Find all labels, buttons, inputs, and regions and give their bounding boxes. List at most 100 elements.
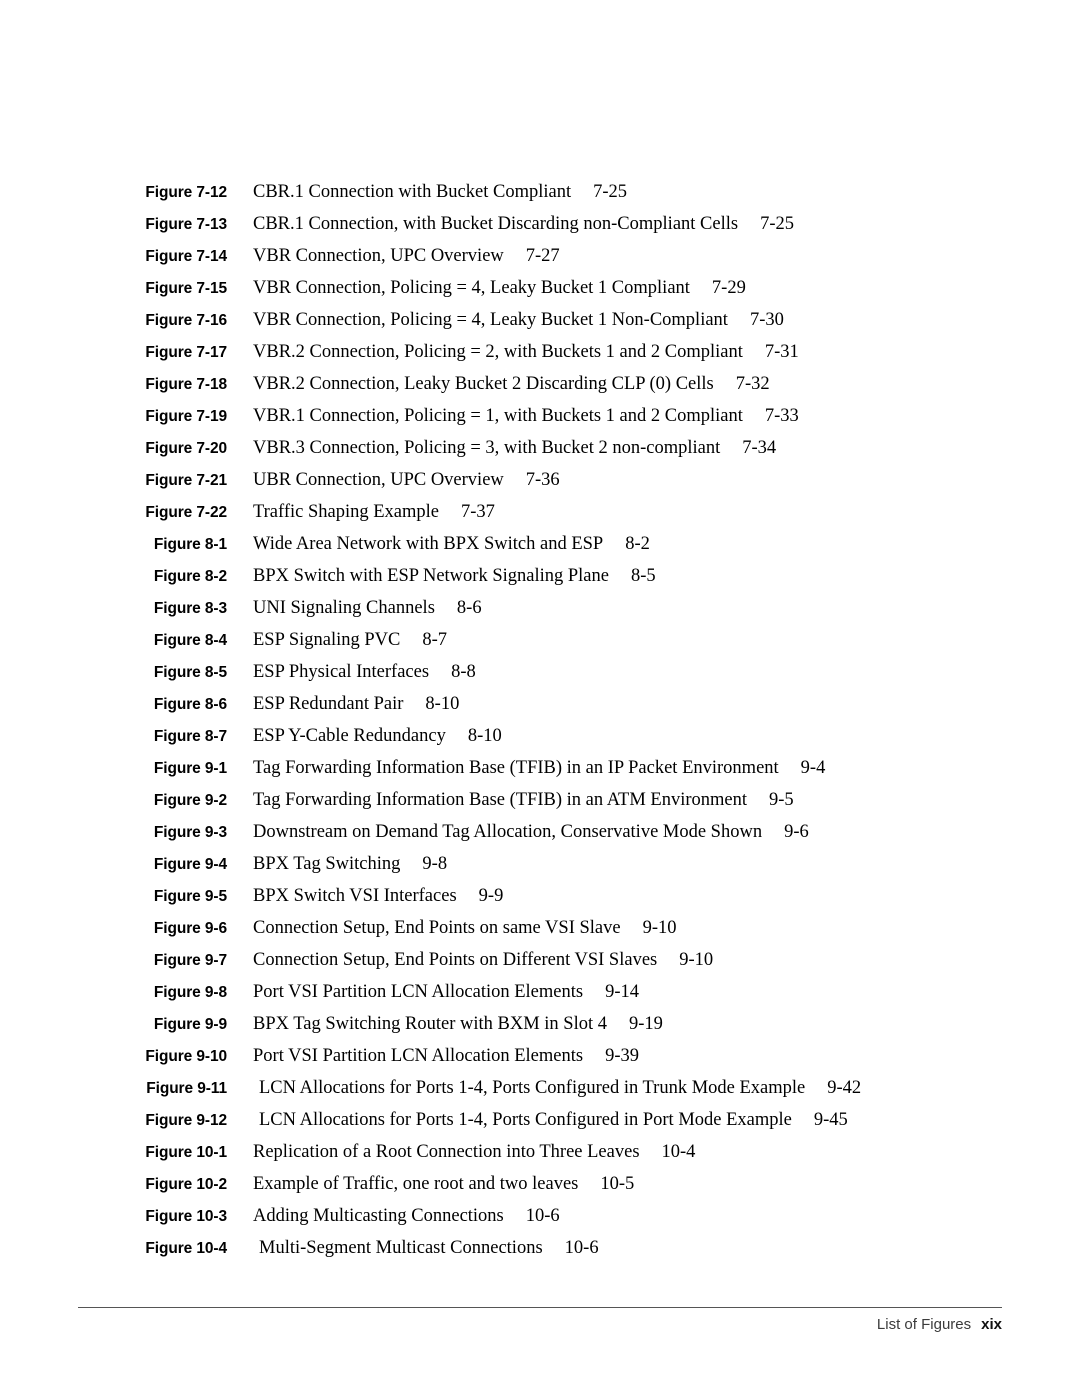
figure-page-number: 7-32 — [735, 374, 770, 394]
figure-caption: VBR Connection, Policing = 4, Leaky Buck… — [253, 278, 690, 298]
figure-label: Figure 9-11 — [146, 1080, 227, 1097]
list-of-figures-row[interactable]: Figure 9-9 BPX Tag Switching Router with … — [0, 1008, 1080, 1040]
figure-label: Figure 7-13 — [145, 216, 227, 233]
figure-label: Figure 7-20 — [145, 440, 227, 457]
list-of-figures-row[interactable]: Figure 8-3 UNI Signaling Channels 8-6 — [0, 592, 1080, 624]
list-of-figures-page: Figure 7-12 CBR.1 Connection with Bucket … — [0, 0, 1080, 1397]
list-of-figures-row[interactable]: Figure 9-12 LCN Allocations for Ports 1-4… — [0, 1104, 1080, 1136]
page-footer: List of Figures xix — [78, 1316, 1002, 1333]
figure-page-number: 7-30 — [749, 310, 784, 330]
figure-label: Figure 8-1 — [153, 536, 227, 553]
figure-page-number: 8-8 — [451, 662, 476, 682]
list-of-figures-row[interactable]: Figure 7-14 VBR Connection, UPC Overview 7… — [0, 240, 1080, 272]
list-of-figures-row[interactable]: Figure 7-20 VBR.3 Connection, Policing = … — [0, 432, 1080, 464]
figure-caption: VBR Connection, UPC Overview — [253, 246, 504, 266]
list-of-figures-row[interactable]: Figure 7-15 VBR Connection, Policing = 4,… — [0, 272, 1080, 304]
figure-page-number: 9-10 — [679, 950, 714, 970]
figure-label: Figure 7-21 — [145, 472, 227, 489]
list-of-figures-row[interactable]: Figure 7-17 VBR.2 Connection, Policing = … — [0, 336, 1080, 368]
figure-page-number: 8-2 — [625, 534, 650, 554]
list-of-figures-row[interactable]: Figure 8-2 BPX Switch with ESP Network Si… — [0, 560, 1080, 592]
figure-page-number: 9-8 — [422, 854, 448, 874]
list-of-figures-row[interactable]: Figure 10-1 Replication of a Root Connect… — [0, 1136, 1080, 1168]
list-of-figures-row[interactable]: Figure 9-3 Downstream on Demand Tag Alloc… — [0, 816, 1080, 848]
figure-label: Figure 8-2 — [153, 568, 227, 585]
figure-label: Figure 10-2 — [145, 1176, 227, 1193]
figure-caption: Example of Traffic, one root and two lea… — [253, 1174, 579, 1194]
figure-label: Figure 9-3 — [153, 824, 227, 841]
list-of-figures-row[interactable]: Figure 7-18 VBR.2 Connection, Leaky Bucke… — [0, 368, 1080, 400]
list-of-figures-row[interactable]: Figure 10-2 Example of Traffic, one root … — [0, 1168, 1080, 1200]
list-of-figures-row[interactable]: Figure 7-13 CBR.1 Connection, with Bucket… — [0, 208, 1080, 240]
list-of-figures-row[interactable]: Figure 8-5 ESP Physical Interfaces 8-8 — [0, 656, 1080, 688]
figure-label: Figure 9-4 — [153, 856, 227, 873]
figure-caption: Tag Forwarding Information Base (TFIB) i… — [253, 790, 748, 810]
figure-label: Figure 8-7 — [153, 728, 227, 745]
figure-label: Figure 8-4 — [153, 632, 227, 649]
figure-label: Figure 8-5 — [153, 664, 227, 681]
figure-page-number: 9-14 — [605, 982, 639, 1002]
list-of-figures-row[interactable]: Figure 9-11 LCN Allocations for Ports 1-4… — [0, 1072, 1080, 1104]
list-of-figures-row[interactable]: Figure 7-12 CBR.1 Connection with Bucket … — [0, 176, 1080, 208]
list-of-figures-row[interactable]: Figure 8-7 ESP Y-Cable Redundancy 8-10 — [0, 720, 1080, 752]
figure-caption: Multi-Segment Multicast Connections — [259, 1238, 543, 1258]
figure-label: Figure 9-6 — [153, 920, 227, 937]
figure-page-number: 10-5 — [600, 1174, 635, 1194]
list-of-figures-row[interactable]: Figure 9-2 Tag Forwarding Information Bas… — [0, 784, 1080, 816]
figure-caption: ESP Y-Cable Redundancy — [253, 726, 446, 746]
figure-caption: Connection Setup, End Points on Differen… — [253, 950, 658, 970]
figure-label: Figure 7-14 — [145, 248, 227, 265]
figure-caption: VBR.1 Connection, Policing = 1, with Buc… — [253, 406, 743, 426]
list-of-figures-row[interactable]: Figure 10-3 Adding Multicasting Connectio… — [0, 1200, 1080, 1232]
figure-label: Figure 8-3 — [153, 600, 227, 617]
figure-caption: UNI Signaling Channels — [253, 598, 435, 618]
list-of-figures-row[interactable]: Figure 9-8 Port VSI Partition LCN Allocat… — [0, 976, 1080, 1008]
figure-label: Figure 10-3 — [145, 1208, 227, 1225]
list-of-figures-row[interactable]: Figure 9-1 Tag Forwarding Information Bas… — [0, 752, 1080, 784]
list-of-figures-row[interactable]: Figure 9-10 Port VSI Partition LCN Alloca… — [0, 1040, 1080, 1072]
figure-caption: CBR.1 Connection, with Bucket Discarding… — [253, 214, 739, 234]
figure-label: Figure 9-7 — [153, 952, 227, 969]
figure-label: Figure 9-10 — [145, 1048, 227, 1065]
figure-page-number: 9-42 — [827, 1078, 862, 1098]
figure-label: Figure 9-8 — [153, 984, 227, 1001]
figure-page-number: 7-25 — [593, 182, 628, 202]
list-of-figures-row[interactable]: Figure 10-4 Multi-Segment Multicast Conne… — [0, 1232, 1080, 1264]
figure-page-number: 9-5 — [769, 790, 794, 810]
list-of-figures-row[interactable]: Figure 7-22 Traffic Shaping Example 7-37 — [0, 496, 1080, 528]
figure-caption: BPX Tag Switching Router with BXM in Slo… — [253, 1014, 608, 1034]
figure-caption: LCN Allocations for Ports 1-4, Ports Con… — [259, 1110, 792, 1130]
figure-label: Figure 7-12 — [145, 184, 227, 201]
figure-caption: UBR Connection, UPC Overview — [253, 470, 504, 490]
figure-page-number: 7-37 — [461, 502, 495, 522]
list-of-figures-row[interactable]: Figure 7-19 VBR.1 Connection, Policing = … — [0, 400, 1080, 432]
figure-caption: VBR.3 Connection, Policing = 3, with Buc… — [253, 438, 721, 458]
figure-caption: VBR Connection, Policing = 4, Leaky Buck… — [253, 310, 728, 330]
list-of-figures-row[interactable]: Figure 7-21 UBR Connection, UPC Overview 7… — [0, 464, 1080, 496]
figure-page-number: 9-6 — [784, 822, 809, 842]
list-of-figures-row[interactable]: Figure 8-4 ESP Signaling PVC 8-7 — [0, 624, 1080, 656]
figure-label: Figure 9-9 — [153, 1016, 227, 1033]
list-of-figures-row[interactable]: Figure 9-5 BPX Switch VSI Interfaces 9-9 — [0, 880, 1080, 912]
list-of-figures-row[interactable]: Figure 9-7 Connection Setup, End Points o… — [0, 944, 1080, 976]
figure-caption: Port VSI Partition LCN Allocation Elemen… — [253, 982, 584, 1002]
list-of-figures-entries: Figure 7-12 CBR.1 Connection with Bucket … — [0, 176, 1080, 1264]
figure-label: Figure 8-6 — [153, 696, 227, 713]
figure-caption: Downstream on Demand Tag Allocation, Con… — [253, 822, 763, 842]
list-of-figures-row[interactable]: Figure 8-1 Wide Area Network with BPX Swi… — [0, 528, 1080, 560]
list-of-figures-row[interactable]: Figure 7-16 VBR Connection, Policing = 4,… — [0, 304, 1080, 336]
list-of-figures-row[interactable]: Figure 9-4 BPX Tag Switching 9-8 — [0, 848, 1080, 880]
figure-page-number: 7-31 — [764, 342, 799, 362]
list-of-figures-row[interactable]: Figure 9-6 Connection Setup, End Points o… — [0, 912, 1080, 944]
figure-caption: Traffic Shaping Example — [253, 502, 440, 522]
list-of-figures-row[interactable]: Figure 8-6 ESP Redundant Pair 8-10 — [0, 688, 1080, 720]
figure-page-number: 8-10 — [425, 694, 460, 714]
figure-page-number: 9-9 — [478, 886, 504, 906]
figure-page-number: 10-4 — [661, 1142, 696, 1162]
figure-page-number: 8-5 — [630, 566, 656, 586]
figure-caption: Replication of a Root Connection into Th… — [253, 1142, 640, 1162]
figure-caption: Adding Multicasting Connections — [253, 1206, 504, 1226]
figure-label: Figure 7-22 — [145, 504, 227, 521]
figure-caption: Wide Area Network with BPX Switch and ES… — [253, 534, 604, 554]
figure-label: Figure 7-16 — [145, 312, 227, 329]
